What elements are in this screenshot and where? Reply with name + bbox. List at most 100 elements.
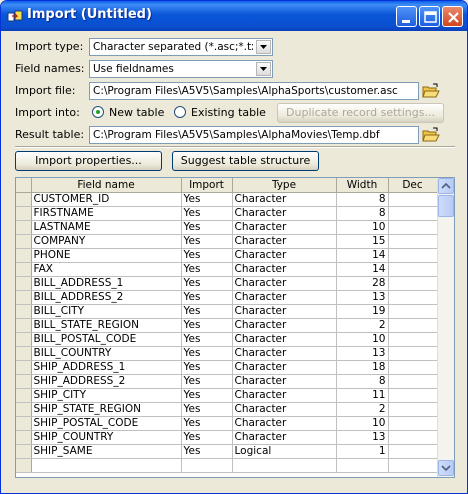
cell-dec[interactable] bbox=[388, 346, 438, 361]
duplicate-record-settings-button[interactable]: Duplicate record settings... bbox=[277, 103, 444, 123]
cell-width[interactable]: 28 bbox=[336, 276, 389, 291]
cell-field-name[interactable]: BILL_COUNTRY bbox=[31, 346, 182, 361]
table-row[interactable]: BILL_ADDRESS_1 Yes Character 28 bbox=[16, 276, 438, 291]
cell-field-name[interactable]: LASTNAME bbox=[31, 220, 182, 235]
column-header-field-name[interactable]: Field name bbox=[31, 178, 182, 193]
table-row[interactable]: SHIP_SAME Yes Logical 1 bbox=[16, 444, 438, 459]
row-selector[interactable] bbox=[16, 192, 32, 207]
cell-type[interactable]: Character bbox=[232, 318, 337, 333]
table-row[interactable]: FAX Yes Character 14 bbox=[16, 262, 438, 277]
cell-import[interactable]: Yes bbox=[181, 332, 233, 347]
table-row[interactable]: SHIP_POSTAL_CODE Yes Character 10 bbox=[16, 416, 438, 431]
open-folder-icon[interactable] bbox=[422, 127, 440, 143]
cell-type[interactable]: Character bbox=[232, 206, 337, 221]
cell-import[interactable]: Yes bbox=[181, 374, 233, 389]
cell-import[interactable]: Yes bbox=[181, 346, 233, 361]
cell-import[interactable]: Yes bbox=[181, 430, 233, 445]
close-button[interactable] bbox=[442, 6, 463, 27]
cell-field-name[interactable]: BILL_CITY bbox=[31, 304, 182, 319]
cell-field-name[interactable]: SHIP_ADDRESS_1 bbox=[31, 360, 182, 375]
cell-field-name[interactable]: SHIP_SAME bbox=[31, 444, 182, 459]
cell-type[interactable]: Character bbox=[232, 220, 337, 235]
cell-width[interactable]: 10 bbox=[336, 332, 389, 347]
cell-type[interactable]: Character bbox=[232, 346, 337, 361]
scroll-thumb[interactable] bbox=[438, 195, 454, 217]
row-selector[interactable] bbox=[16, 304, 32, 319]
row-selector[interactable] bbox=[16, 388, 32, 403]
row-selector[interactable] bbox=[16, 430, 32, 445]
table-row[interactable]: SHIP_ADDRESS_1 Yes Character 18 bbox=[16, 360, 438, 375]
table-row[interactable]: SHIP_COUNTRY Yes Character 13 bbox=[16, 430, 438, 445]
row-selector[interactable] bbox=[16, 458, 32, 473]
cell-dec[interactable] bbox=[388, 234, 438, 249]
cell-import[interactable]: Yes bbox=[181, 290, 233, 305]
cell-type[interactable]: Logical bbox=[232, 444, 337, 459]
row-selector[interactable] bbox=[16, 318, 32, 333]
table-row[interactable]: SHIP_STATE_REGION Yes Character 2 bbox=[16, 402, 438, 417]
vertical-scrollbar[interactable] bbox=[437, 178, 454, 477]
cell-type[interactable]: Character bbox=[232, 374, 337, 389]
table-row[interactable]: SHIP_ADDRESS_2 Yes Character 8 bbox=[16, 374, 438, 389]
table-row[interactable]: BILL_ADDRESS_2 Yes Character 13 bbox=[16, 290, 438, 305]
cell-dec[interactable] bbox=[388, 304, 438, 319]
cell-import[interactable]: Yes bbox=[181, 416, 233, 431]
cell-dec[interactable] bbox=[388, 332, 438, 347]
cell-width[interactable]: 19 bbox=[336, 304, 389, 319]
cell-import[interactable]: Yes bbox=[181, 248, 233, 263]
cell-import[interactable] bbox=[181, 458, 233, 473]
cell-field-name[interactable]: SHIP_COUNTRY bbox=[31, 430, 182, 445]
cell-width[interactable]: 10 bbox=[336, 220, 389, 235]
row-selector[interactable] bbox=[16, 248, 32, 263]
row-selector[interactable] bbox=[16, 444, 32, 459]
row-selector[interactable] bbox=[16, 206, 32, 221]
cell-width[interactable]: 14 bbox=[336, 262, 389, 277]
row-selector[interactable] bbox=[16, 402, 32, 417]
cell-type[interactable]: Character bbox=[232, 388, 337, 403]
table-row[interactable]: BILL_POSTAL_CODE Yes Character 10 bbox=[16, 332, 438, 347]
open-folder-icon[interactable] bbox=[422, 83, 440, 99]
cell-dec[interactable] bbox=[388, 290, 438, 305]
cell-width[interactable]: 8 bbox=[336, 206, 389, 221]
cell-field-name[interactable]: SHIP_POSTAL_CODE bbox=[31, 416, 182, 431]
import-file-input[interactable]: C:\Program Files\A5V5\Samples\AlphaSport… bbox=[89, 82, 419, 100]
row-selector-header[interactable] bbox=[16, 178, 32, 193]
cell-type[interactable] bbox=[232, 458, 337, 473]
cell-width[interactable]: 8 bbox=[336, 192, 389, 207]
scroll-down-button[interactable] bbox=[438, 460, 454, 476]
cell-field-name[interactable]: BILL_STATE_REGION bbox=[31, 318, 182, 333]
result-table-input[interactable]: C:\Program Files\A5V5\Samples\AlphaMovie… bbox=[89, 126, 419, 144]
existing-table-radio[interactable] bbox=[174, 106, 186, 118]
cell-width[interactable]: 14 bbox=[336, 248, 389, 263]
cell-import[interactable]: Yes bbox=[181, 262, 233, 277]
import-properties-button[interactable]: Import properties... bbox=[15, 151, 162, 171]
cell-width[interactable]: 10 bbox=[336, 416, 389, 431]
row-selector[interactable] bbox=[16, 416, 32, 431]
cell-import[interactable]: Yes bbox=[181, 304, 233, 319]
column-header-type[interactable]: Type bbox=[232, 178, 337, 193]
table-row[interactable]: BILL_STATE_REGION Yes Character 2 bbox=[16, 318, 438, 333]
existing-table-label[interactable]: Existing table bbox=[191, 106, 266, 119]
table-row[interactable]: CUSTOMER_ID Yes Character 8 bbox=[16, 192, 438, 207]
cell-import[interactable]: Yes bbox=[181, 444, 233, 459]
table-row[interactable]: PHONE Yes Character 14 bbox=[16, 248, 438, 263]
cell-width[interactable]: 13 bbox=[336, 290, 389, 305]
row-selector[interactable] bbox=[16, 234, 32, 249]
cell-type[interactable]: Character bbox=[232, 276, 337, 291]
cell-field-name[interactable]: SHIP_CITY bbox=[31, 388, 182, 403]
table-row[interactable]: SHIP_CITY Yes Character 11 bbox=[16, 388, 438, 403]
cell-dec[interactable] bbox=[388, 206, 438, 221]
cell-import[interactable]: Yes bbox=[181, 318, 233, 333]
cell-width[interactable]: 1 bbox=[336, 444, 389, 459]
minimize-button[interactable] bbox=[396, 6, 417, 27]
title-bar[interactable]: Import (Untitled) bbox=[1, 1, 467, 31]
row-selector[interactable] bbox=[16, 360, 32, 375]
row-selector[interactable] bbox=[16, 262, 32, 277]
cell-dec[interactable] bbox=[388, 430, 438, 445]
column-header-width[interactable]: Width bbox=[336, 178, 389, 193]
cell-type[interactable]: Character bbox=[232, 234, 337, 249]
cell-import[interactable]: Yes bbox=[181, 388, 233, 403]
cell-width[interactable]: 13 bbox=[336, 430, 389, 445]
cell-field-name[interactable]: FIRSTNAME bbox=[31, 206, 182, 221]
cell-width[interactable]: 13 bbox=[336, 346, 389, 361]
cell-dec[interactable] bbox=[388, 360, 438, 375]
